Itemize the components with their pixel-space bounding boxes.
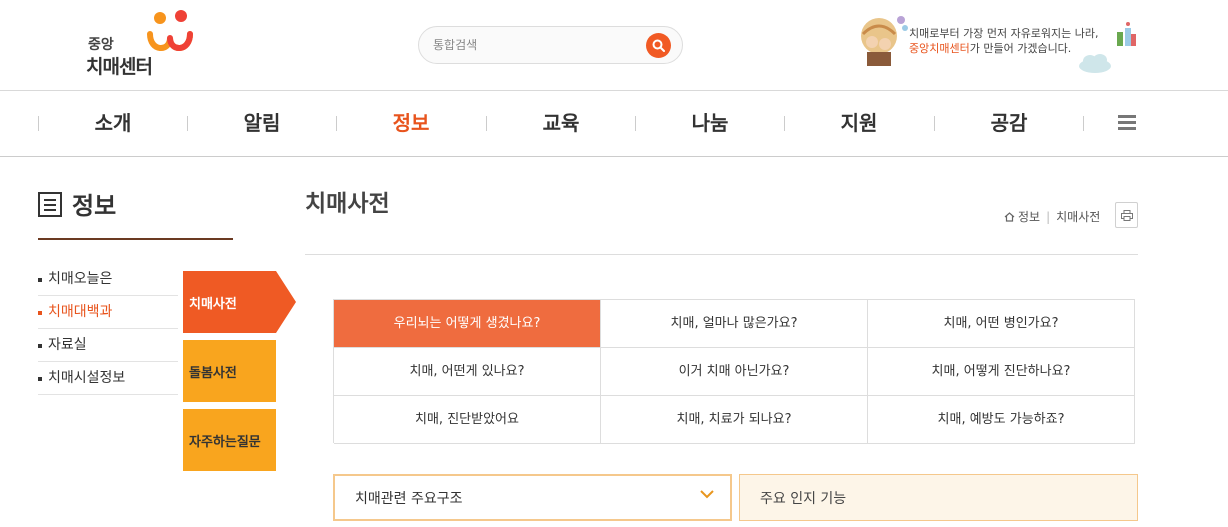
question-cell[interactable]: 치매, 진단받았어요 — [334, 396, 601, 444]
site-logo[interactable]: 중앙 치매센터 — [86, 8, 206, 78]
hamburger-menu-icon[interactable] — [1118, 115, 1136, 131]
structure-select-value: 치매관련 주요구조 — [355, 491, 463, 507]
balloon-family-illustration — [861, 16, 908, 66]
nav-item-sharing[interactable]: 나눔 — [635, 91, 785, 155]
page-title: 치매사전 — [305, 191, 390, 217]
sub-tab-care-dictionary[interactable]: 돌봄사전 — [183, 340, 276, 402]
section-title-text: 정보 — [72, 192, 117, 220]
question-cell[interactable]: 치매, 얼마나 많은가요? — [601, 300, 868, 348]
question-cell[interactable]: 치매, 치료가 되나요? — [601, 396, 868, 444]
question-cell[interactable]: 치매, 어떤 병인가요? — [868, 300, 1135, 348]
home-icon[interactable] — [1004, 211, 1015, 222]
print-button[interactable] — [1115, 202, 1138, 228]
search-input[interactable] — [433, 35, 633, 55]
logo-main-text: 치매센터 — [86, 56, 153, 78]
side-nav-item-archive[interactable]: 자료실 — [38, 329, 178, 362]
question-cell[interactable]: 치매, 어떻게 진단하나요? — [868, 348, 1135, 396]
house-deco-icon — [1117, 22, 1136, 46]
side-nav-item-encyclopedia[interactable]: 치매대백과 — [38, 296, 178, 329]
site-header: 중앙 치매센터 치매로부터 가장 먼저 자유로워지는 나라, 중앙치매센터가 만… — [0, 0, 1228, 91]
side-nav-item-today[interactable]: 치매오늘은 — [38, 263, 178, 296]
nav-item-education[interactable]: 교육 — [486, 91, 636, 155]
section-title-underline — [38, 238, 233, 240]
slogan-highlight: 중앙치매센터 — [909, 42, 970, 55]
question-cell[interactable]: 치매, 예방도 가능하죠? — [868, 396, 1135, 444]
cognitive-function-panel: 주요 인지 기능 — [739, 474, 1138, 521]
breadcrumb-separator: | — [1046, 209, 1051, 224]
search-bar — [418, 26, 683, 64]
sub-tab-faq[interactable]: 자주하는질문 — [183, 409, 276, 471]
breadcrumb: 정보 | 치매사전 — [1004, 208, 1100, 225]
structure-select[interactable]: 치매관련 주요구조 — [333, 474, 732, 521]
nav-item-support[interactable]: 지원 — [784, 91, 934, 155]
question-grid: 우리뇌는 어떻게 생겼나요? 치매, 얼마나 많은가요? 치매, 어떤 병인가요… — [333, 299, 1135, 444]
slogan-line-1: 치매로부터 가장 먼저 자유로워지는 나라, — [909, 27, 1099, 40]
question-cell[interactable]: 우리뇌는 어떻게 생겼나요? — [334, 300, 601, 348]
nav-item-info[interactable]: 정보 — [336, 91, 486, 155]
document-icon — [38, 192, 62, 217]
side-nav: 치매오늘은 치매대백과 자료실 치매시설정보 — [38, 263, 178, 395]
nav-item-empathy[interactable]: 공감 — [934, 91, 1084, 155]
cloud-icon — [1079, 54, 1111, 73]
breadcrumb-item[interactable]: 정보 — [1018, 208, 1040, 225]
search-icon — [652, 39, 665, 52]
slogan-text: 치매로부터 가장 먼저 자유로워지는 나라, 중앙치매센터가 만들어 가겠습니다… — [909, 26, 1099, 56]
sub-tab-dementia-dictionary[interactable]: 치매사전 — [183, 271, 276, 333]
logo-small-text: 중앙 — [88, 37, 114, 53]
search-button[interactable] — [646, 33, 671, 58]
slogan-line-2-rest: 가 만들어 가겠습니다. — [969, 42, 1072, 55]
nav-item-intro[interactable]: 소개 — [38, 91, 188, 155]
nav-item-notice[interactable]: 알림 — [187, 91, 337, 155]
main-nav: 소개 알림 정보 교육 나눔 지원 공감 — [0, 91, 1228, 157]
chevron-down-icon — [700, 490, 714, 499]
print-icon — [1121, 210, 1133, 221]
question-cell[interactable]: 이거 치매 아닌가요? — [601, 348, 868, 396]
nav-divider — [1083, 116, 1084, 131]
active-tab-arrow — [276, 271, 296, 333]
slogan-banner: 치매로부터 가장 먼저 자유로워지는 나라, 중앙치매센터가 만들어 가겠습니다… — [857, 10, 1142, 76]
breadcrumb-current: 치매사전 — [1056, 210, 1101, 224]
slogan-line-2: 중앙치매센터가 만들어 가겠습니다. — [909, 41, 1099, 56]
content-divider — [305, 254, 1138, 255]
cognitive-function-label: 주요 인지 기능 — [760, 491, 847, 507]
logo-mark-icon — [147, 10, 193, 51]
question-cell[interactable]: 치매, 어떤게 있나요? — [334, 348, 601, 396]
side-nav-item-facility[interactable]: 치매시설정보 — [38, 362, 178, 395]
